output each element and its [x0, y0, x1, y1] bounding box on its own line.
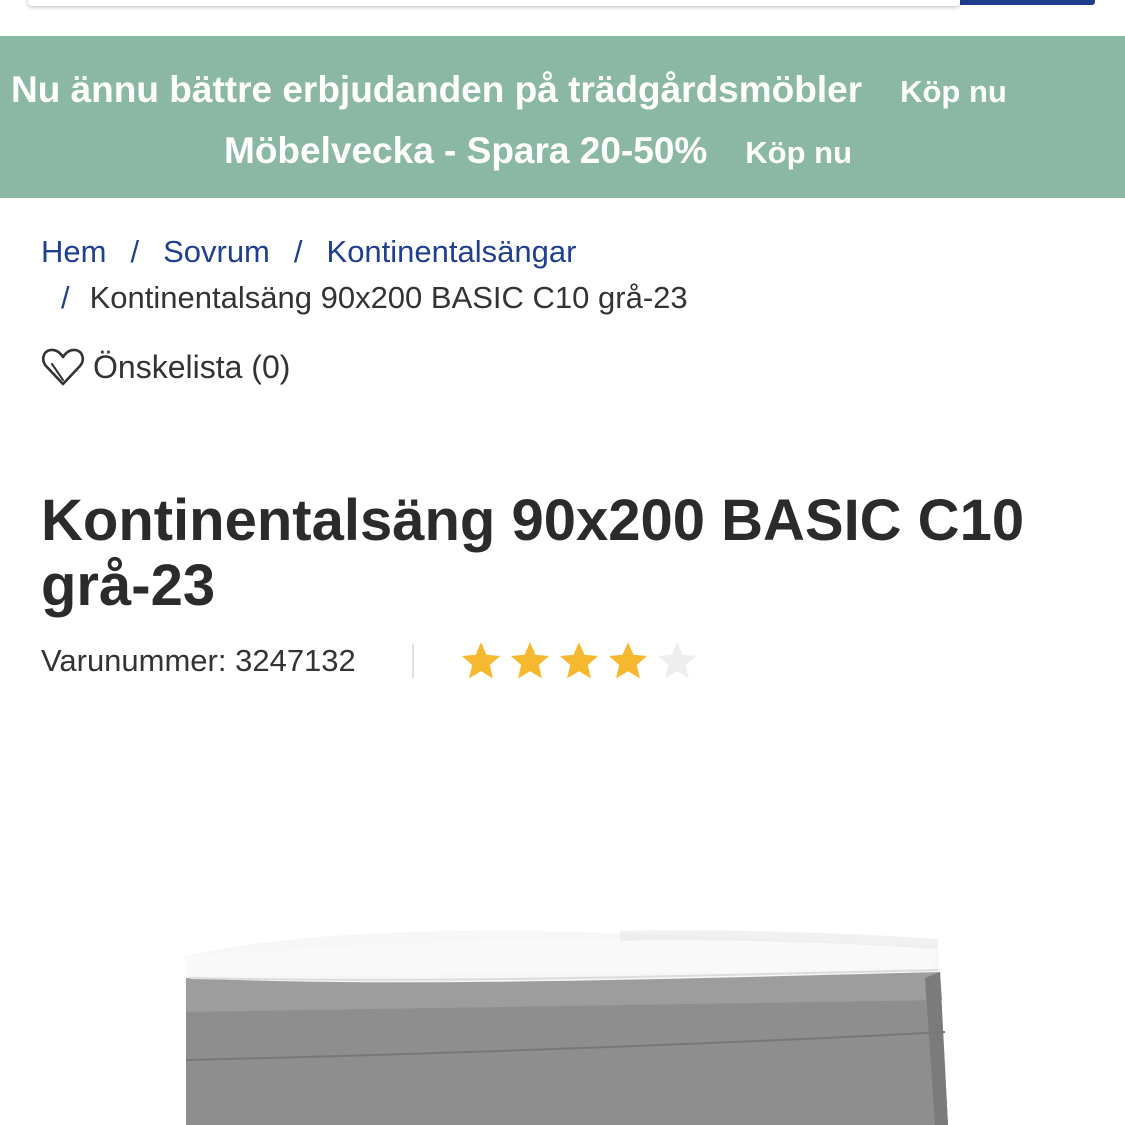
promo-line: Möbelvecka - Spara 20-50% Köp nu — [224, 130, 852, 172]
promo-banner: Nu ännu bättre erbjudanden på trädgårdsm… — [0, 36, 1125, 198]
star-filled-icon — [608, 642, 647, 679]
promo-buy-link[interactable]: Köp nu — [900, 74, 1007, 109]
breadcrumb-current: Kontinentalsäng 90x200 BASIC C10 grå-23 — [89, 280, 688, 315]
breadcrumb-link-sovrum[interactable]: Sovrum — [163, 234, 270, 269]
promo-text: Möbelvecka - Spara 20-50% — [224, 130, 708, 171]
wishlist-button[interactable]: Önskelista (0) — [40, 344, 290, 390]
wishlist-label: Önskelista (0) — [93, 348, 291, 385]
star-filled-icon — [559, 642, 598, 679]
breadcrumb-separator: / — [130, 234, 140, 269]
promo-buy-link[interactable]: Köp nu — [745, 135, 852, 170]
breadcrumb-row: Hem / Sovrum / Kontinentalsängar — [41, 229, 1101, 275]
search-bar-area — [0, 0, 1125, 36]
breadcrumb-separator: / — [293, 234, 303, 269]
search-button[interactable] — [960, 0, 1095, 5]
promo-text: Nu ännu bättre erbjudanden på trädgårdsm… — [11, 69, 863, 110]
breadcrumb-separator: / — [61, 280, 70, 315]
star-filled-icon — [461, 642, 500, 679]
breadcrumb-link-hem[interactable]: Hem — [41, 234, 106, 269]
rating-stars[interactable] — [459, 639, 704, 683]
promo-line: Nu ännu bättre erbjudanden på trädgårdsm… — [11, 69, 1007, 111]
sku-label: Varunummer: 3247132 — [41, 643, 356, 678]
meta-divider — [411, 644, 414, 678]
product-image — [184, 930, 948, 1125]
product-page: Nu ännu bättre erbjudanden på trädgårdsm… — [0, 0, 1125, 1125]
star-empty-icon — [657, 642, 696, 679]
star-filled-icon — [510, 642, 549, 679]
heart-outline-icon — [41, 348, 85, 386]
product-meta: Varunummer: 3247132 — [41, 636, 704, 686]
search-input[interactable] — [28, 0, 960, 6]
breadcrumb-row: / Kontinentalsäng 90x200 BASIC C10 grå-23 — [61, 275, 1101, 321]
breadcrumb-link-kontinentalsangar[interactable]: Kontinentalsängar — [327, 234, 577, 269]
breadcrumb: Hem / Sovrum / Kontinentalsängar / Kontinenta… — [41, 229, 1101, 321]
product-title: Kontinentalsäng 90x200 BASIC C10 grå-23 — [41, 488, 1025, 618]
